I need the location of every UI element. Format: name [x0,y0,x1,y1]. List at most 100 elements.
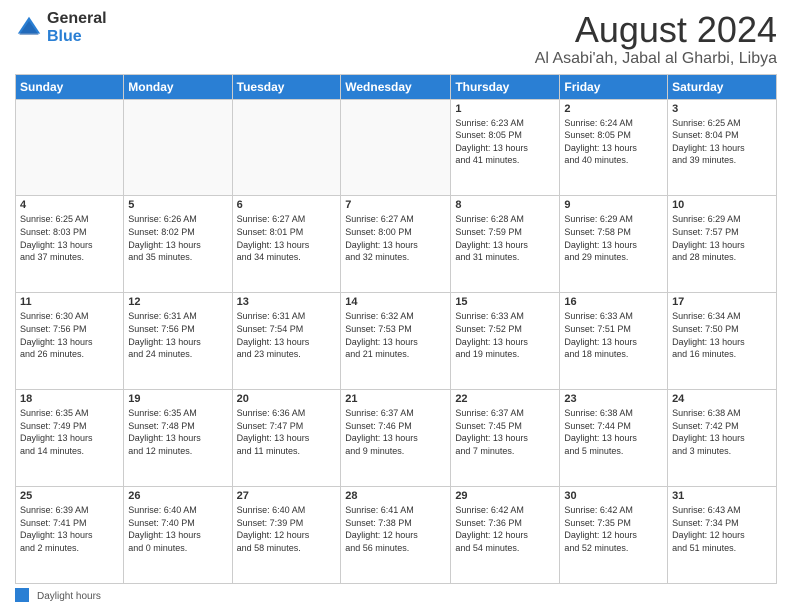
day-cell [124,99,232,196]
day-cell: 15Sunrise: 6:33 AMSunset: 7:52 PMDayligh… [451,293,560,390]
week-row-1: 4 Sunrise: 6:25 AMSunset: 8:03 PMDaylight… [16,196,777,293]
day-info: Sunrise: 6:36 AMSunset: 7:47 PMDaylight:… [237,407,337,457]
day-cell: 17 Sunrise: 6:34 AMSunset: 7:50 PMDayligh… [668,293,777,390]
day-number: 5 [128,199,227,211]
page: General Blue August 2024 Al Asabi'ah, Ja… [0,0,792,612]
day-number: 17 [672,296,772,308]
day-info: Sunrise: 6:32 AMSunset: 7:53 PMDaylight:… [345,310,446,360]
day-cell: 11 Sunrise: 6:30 AMSunset: 7:56 PMDayligh… [16,293,124,390]
header-cell-thursday: Thursday [451,74,560,99]
week-row-3: 18 Sunrise: 6:35 AMSunset: 7:49 PMDayligh… [16,390,777,487]
header-cell-friday: Friday [560,74,668,99]
day-number: 14 [345,296,446,308]
day-info: Sunrise: 6:35 AMSunset: 7:49 PMDaylight:… [20,407,119,457]
day-info: Sunrise: 6:42 AMSunset: 7:35 PMDaylight:… [564,504,663,554]
location-title: Al Asabi'ah, Jabal al Gharbi, Libya [535,50,777,68]
day-info: Sunrise: 6:40 AMSunset: 7:39 PMDaylight:… [237,504,337,554]
day-cell: 27 Sunrise: 6:40 AMSunset: 7:39 PMDayligh… [232,487,341,584]
day-cell: 16 Sunrise: 6:33 AMSunset: 7:51 PMDayligh… [560,293,668,390]
day-cell: 29Sunrise: 6:42 AMSunset: 7:36 PMDayligh… [451,487,560,584]
day-cell: 12Sunrise: 6:31 AMSunset: 7:56 PMDayligh… [124,293,232,390]
day-cell: 4 Sunrise: 6:25 AMSunset: 8:03 PMDaylight… [16,196,124,293]
day-info: Sunrise: 6:25 AMSunset: 8:04 PMDaylight:… [672,117,772,167]
day-info: Sunrise: 6:35 AMSunset: 7:48 PMDaylight:… [128,407,227,457]
day-cell: 28Sunrise: 6:41 AMSunset: 7:38 PMDayligh… [341,487,451,584]
day-cell: 8Sunrise: 6:28 AMSunset: 7:59 PMDaylight… [451,196,560,293]
day-cell: 6 Sunrise: 6:27 AMSunset: 8:01 PMDaylight… [232,196,341,293]
day-cell: 9Sunrise: 6:29 AMSunset: 7:58 PMDaylight… [560,196,668,293]
day-number: 31 [672,490,772,502]
day-info: Sunrise: 6:39 AMSunset: 7:41 PMDaylight:… [20,504,119,554]
day-cell: 19 Sunrise: 6:35 AMSunset: 7:48 PMDayligh… [124,390,232,487]
day-info: Sunrise: 6:24 AMSunset: 8:05 PMDaylight:… [564,117,663,167]
day-info: Sunrise: 6:37 AMSunset: 7:46 PMDaylight:… [345,407,446,457]
day-info: Sunrise: 6:27 AMSunset: 8:01 PMDaylight:… [237,213,337,263]
day-cell: 21 Sunrise: 6:37 AMSunset: 7:46 PMDayligh… [341,390,451,487]
day-info: Sunrise: 6:38 AMSunset: 7:42 PMDaylight:… [672,407,772,457]
calendar-table: SundayMondayTuesdayWednesdayThursdayFrid… [15,74,777,584]
day-info: Sunrise: 6:25 AMSunset: 8:03 PMDaylight:… [20,213,119,263]
day-cell: 24Sunrise: 6:38 AMSunset: 7:42 PMDayligh… [668,390,777,487]
week-row-2: 11 Sunrise: 6:30 AMSunset: 7:56 PMDayligh… [16,293,777,390]
day-number: 4 [20,199,119,211]
day-info: Sunrise: 6:29 AMSunset: 7:58 PMDaylight:… [564,213,663,263]
logo-icon [15,14,43,42]
day-cell: 5 Sunrise: 6:26 AMSunset: 8:02 PMDaylight… [124,196,232,293]
day-cell: 10 Sunrise: 6:29 AMSunset: 7:57 PMDayligh… [668,196,777,293]
day-cell: 7 Sunrise: 6:27 AMSunset: 8:00 PMDaylight… [341,196,451,293]
day-number: 26 [128,490,227,502]
day-info: Sunrise: 6:31 AMSunset: 7:54 PMDaylight:… [237,310,337,360]
day-number: 21 [345,393,446,405]
day-number: 18 [20,393,119,405]
day-info: Sunrise: 6:34 AMSunset: 7:50 PMDaylight:… [672,310,772,360]
daylight-box [15,588,29,602]
day-number: 25 [20,490,119,502]
day-info: Sunrise: 6:29 AMSunset: 7:57 PMDaylight:… [672,213,772,263]
day-number: 27 [237,490,337,502]
day-cell [341,99,451,196]
day-number: 13 [237,296,337,308]
day-number: 10 [672,199,772,211]
day-number: 15 [455,296,555,308]
day-info: Sunrise: 6:30 AMSunset: 7:56 PMDaylight:… [20,310,119,360]
footer: Daylight hours [15,587,777,602]
day-cell: 3 Sunrise: 6:25 AMSunset: 8:04 PMDaylight… [668,99,777,196]
day-info: Sunrise: 6:42 AMSunset: 7:36 PMDaylight:… [455,504,555,554]
day-info: Sunrise: 6:31 AMSunset: 7:56 PMDaylight:… [128,310,227,360]
day-cell: 26 Sunrise: 6:40 AMSunset: 7:40 PMDayligh… [124,487,232,584]
day-number: 16 [564,296,663,308]
day-number: 20 [237,393,337,405]
day-number: 7 [345,199,446,211]
day-cell: 30Sunrise: 6:42 AMSunset: 7:35 PMDayligh… [560,487,668,584]
day-number: 2 [564,103,663,115]
day-cell: 25 Sunrise: 6:39 AMSunset: 7:41 PMDayligh… [16,487,124,584]
day-info: Sunrise: 6:26 AMSunset: 8:02 PMDaylight:… [128,213,227,263]
logo: General Blue [15,10,107,46]
day-cell: 2 Sunrise: 6:24 AMSunset: 8:05 PMDaylight… [560,99,668,196]
day-number: 8 [455,199,555,211]
day-number: 11 [20,296,119,308]
day-number: 6 [237,199,337,211]
day-cell [16,99,124,196]
day-info: Sunrise: 6:33 AMSunset: 7:51 PMDaylight:… [564,310,663,360]
day-number: 19 [128,393,227,405]
day-cell: 20 Sunrise: 6:36 AMSunset: 7:47 PMDayligh… [232,390,341,487]
header-cell-sunday: Sunday [16,74,124,99]
daylight-label: Daylight hours [37,591,101,602]
day-number: 3 [672,103,772,115]
title-section: August 2024 Al Asabi'ah, Jabal al Gharbi… [535,10,777,68]
day-cell: 1Sunrise: 6:23 AMSunset: 8:05 PMDaylight… [451,99,560,196]
day-info: Sunrise: 6:37 AMSunset: 7:45 PMDaylight:… [455,407,555,457]
day-info: Sunrise: 6:40 AMSunset: 7:40 PMDaylight:… [128,504,227,554]
header-cell-monday: Monday [124,74,232,99]
header-cell-wednesday: Wednesday [341,74,451,99]
day-cell: 13 Sunrise: 6:31 AMSunset: 7:54 PMDayligh… [232,293,341,390]
header-cell-saturday: Saturday [668,74,777,99]
header-row: SundayMondayTuesdayWednesdayThursdayFrid… [16,74,777,99]
day-cell: 31Sunrise: 6:43 AMSunset: 7:34 PMDayligh… [668,487,777,584]
day-cell: 22 Sunrise: 6:37 AMSunset: 7:45 PMDayligh… [451,390,560,487]
day-cell: 14 Sunrise: 6:32 AMSunset: 7:53 PMDayligh… [341,293,451,390]
day-info: Sunrise: 6:27 AMSunset: 8:00 PMDaylight:… [345,213,446,263]
day-info: Sunrise: 6:41 AMSunset: 7:38 PMDaylight:… [345,504,446,554]
day-number: 22 [455,393,555,405]
